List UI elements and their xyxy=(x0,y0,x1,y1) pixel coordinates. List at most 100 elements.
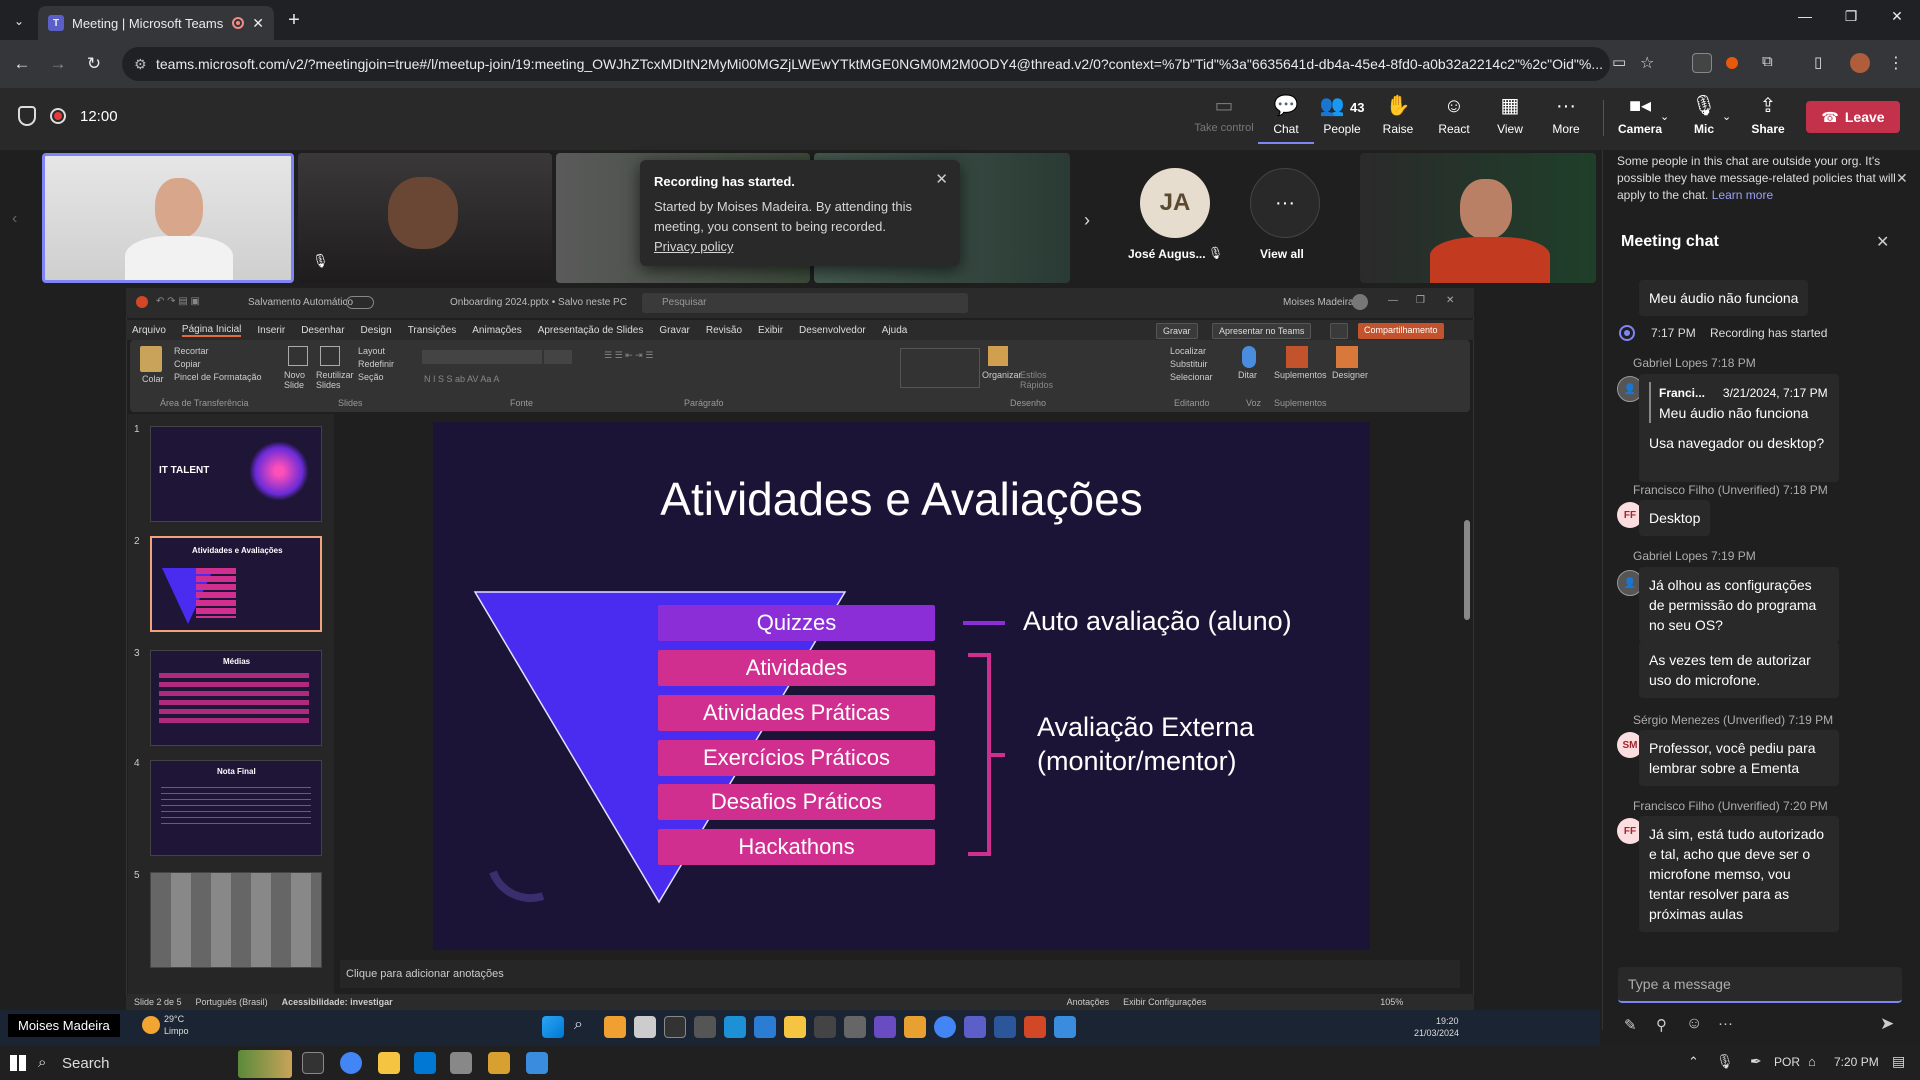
find-label[interactable]: Localizar xyxy=(1170,346,1206,356)
video-tile-presenter[interactable] xyxy=(42,153,294,283)
browser-menu-icon[interactable]: ⋮ xyxy=(1888,53,1908,73)
taskbar-chrome-icon[interactable] xyxy=(340,1052,362,1074)
cast-icon[interactable]: ▭ xyxy=(1612,53,1632,73)
more-button[interactable]: ··· More xyxy=(1538,94,1594,144)
copy-label[interactable]: Copiar xyxy=(174,359,201,369)
ppt-restore-icon[interactable]: ❐ xyxy=(1416,295,1425,306)
menu-ajuda[interactable]: Ajuda xyxy=(882,325,908,336)
view-all-label[interactable]: View all xyxy=(1260,247,1304,261)
tray-language[interactable]: POR xyxy=(1774,1055,1800,1069)
status-language[interactable]: Português (Brasil) xyxy=(196,997,268,1007)
paragraph-icons[interactable]: ☰ ☰ ⇤ ⇥ ☰ xyxy=(604,350,653,361)
minimize-icon[interactable]: — xyxy=(1782,8,1828,32)
menu-desenhar[interactable]: Desenhar xyxy=(301,325,344,336)
format-painter-label[interactable]: Pincel de Formatação xyxy=(174,372,262,382)
menu-apresentacao[interactable]: Apresentação de Slides xyxy=(538,325,644,336)
autosave-toggle[interactable] xyxy=(346,296,374,309)
present-in-teams-button[interactable]: Apresentar no Teams xyxy=(1212,323,1312,339)
site-info-icon[interactable]: ⚙ xyxy=(134,47,147,81)
tab-teams-meeting[interactable]: T Meeting | Microsoft Teams ✕ xyxy=(38,6,274,40)
inner-powerpoint-icon[interactable] xyxy=(1024,1016,1046,1038)
extension-icon[interactable] xyxy=(1692,53,1712,73)
status-zoom[interactable]: 105% xyxy=(1380,997,1403,1007)
extensions-puzzle-icon[interactable]: ⧉ xyxy=(1762,53,1782,73)
video-tile-participant-2[interactable]: 🎙 xyxy=(298,153,552,283)
windows-start-icon[interactable] xyxy=(10,1055,26,1071)
section-label[interactable]: Seção xyxy=(358,372,384,382)
inner-app-icon-9[interactable] xyxy=(1054,1016,1076,1038)
gravar-button[interactable]: Gravar xyxy=(1156,323,1198,339)
tray-mic-icon[interactable]: 🎙 xyxy=(1716,1053,1734,1070)
tray-pen-icon[interactable]: ✒ xyxy=(1750,1053,1762,1070)
menu-gravar[interactable]: Gravar xyxy=(659,325,690,336)
menu-animacoes[interactable]: Animações xyxy=(472,325,521,336)
close-window-icon[interactable]: ✕ xyxy=(1874,8,1920,32)
inner-app-icon-2[interactable] xyxy=(634,1016,656,1038)
taskbar-widget-image[interactable] xyxy=(238,1050,292,1078)
extension-fox-icon[interactable] xyxy=(1726,57,1738,69)
slide-thumbnail-4[interactable]: Nota Final xyxy=(150,760,322,856)
send-icon[interactable]: ➤ xyxy=(1880,1014,1894,1034)
notes-input[interactable]: Clique para adicionar anotações xyxy=(340,960,1460,988)
menu-pagina-inicial[interactable]: Página Inicial xyxy=(181,324,242,337)
inner-word-icon[interactable] xyxy=(994,1016,1016,1038)
ppt-close-icon[interactable]: ✕ xyxy=(1446,295,1454,306)
inner-edge-icon[interactable] xyxy=(724,1016,746,1038)
ppt-user-avatar[interactable] xyxy=(1352,294,1368,310)
raise-hand-button[interactable]: ✋ Raise xyxy=(1370,94,1426,144)
taskbar-app-icon-1[interactable] xyxy=(450,1052,472,1074)
learn-more-link[interactable]: Learn more xyxy=(1712,188,1773,202)
inner-app-icon-4[interactable] xyxy=(754,1016,776,1038)
inner-start-icon[interactable] xyxy=(542,1016,564,1038)
ppt-filename[interactable]: Onboarding 2024.pptx • Salvo neste PC xyxy=(450,297,627,308)
chat-close-icon[interactable]: ✕ xyxy=(1876,232,1889,252)
slide-scrollbar[interactable] xyxy=(1464,420,1470,920)
slide-thumbnail-3[interactable]: Médias xyxy=(150,650,322,746)
forward-icon[interactable]: → xyxy=(46,52,70,76)
inner-chrome-icon[interactable] xyxy=(934,1016,956,1038)
camera-options-chevron-icon[interactable]: ⌄ xyxy=(1660,110,1669,123)
more-options-icon[interactable]: ··· xyxy=(1718,1015,1733,1032)
font-family-select[interactable] xyxy=(422,350,542,364)
strip-prev-icon[interactable]: ‹ xyxy=(12,210,17,228)
inner-search-icon[interactable]: ⌕ xyxy=(574,1016,596,1038)
ppt-search-input[interactable]: Pesquisar xyxy=(642,293,968,313)
tray-clock[interactable]: 7:20 PM xyxy=(1834,1055,1879,1069)
taskbar-terminal-icon[interactable] xyxy=(302,1052,324,1074)
inner-app-icon-3[interactable] xyxy=(694,1016,716,1038)
replace-label[interactable]: Substituir xyxy=(1170,359,1208,369)
share-ppt-button[interactable]: Compartilhamento xyxy=(1358,323,1444,339)
menu-arquivo[interactable]: Arquivo xyxy=(132,325,166,336)
select-label[interactable]: Selecionar xyxy=(1170,372,1213,382)
view-all-icon[interactable]: ··· xyxy=(1250,168,1320,238)
addins-icon[interactable] xyxy=(1286,346,1308,368)
view-button[interactable]: ▦ View xyxy=(1482,94,1538,144)
menu-design[interactable]: Design xyxy=(361,325,392,336)
avatar[interactable]: JA xyxy=(1140,168,1210,238)
designer-icon[interactable] xyxy=(1336,346,1358,368)
taskbar-folder-icon[interactable] xyxy=(378,1052,400,1074)
slide-thumbnail-1[interactable]: IT TALENT xyxy=(150,426,322,522)
inner-teams-icon[interactable] xyxy=(964,1016,986,1038)
profile-avatar[interactable] xyxy=(1850,53,1870,73)
toast-close-icon[interactable]: ✕ xyxy=(935,170,948,188)
format-icon[interactable]: ✎ xyxy=(1624,1016,1637,1034)
layout-label[interactable]: Layout xyxy=(358,346,385,356)
strip-next-icon[interactable]: › xyxy=(1084,210,1090,231)
inner-app-icon-8[interactable] xyxy=(904,1016,926,1038)
tray-chevron-icon[interactable]: ⌃ xyxy=(1688,1054,1699,1070)
privacy-policy-link[interactable]: Privacy policy xyxy=(654,239,733,254)
message-input[interactable]: Type a message xyxy=(1618,967,1902,1003)
people-button[interactable]: 👥 43 People xyxy=(1314,94,1370,144)
taskbar-vscode-icon[interactable] xyxy=(414,1052,436,1074)
slide-thumbnail-2[interactable]: Atividades e Avaliações xyxy=(150,536,322,632)
status-notes-toggle[interactable]: Anotações xyxy=(1067,997,1110,1007)
shapes-gallery[interactable] xyxy=(900,348,980,388)
new-tab-icon[interactable]: + xyxy=(282,8,306,32)
inner-app-icon-7[interactable] xyxy=(874,1016,896,1038)
inner-app-icon-5[interactable] xyxy=(814,1016,836,1038)
cut-label[interactable]: Recortar xyxy=(174,346,209,356)
menu-desenvolvedor[interactable]: Desenvolvedor xyxy=(799,325,866,336)
take-control-button[interactable]: ▭ Take control xyxy=(1194,94,1253,144)
react-button[interactable]: ☺ React xyxy=(1426,94,1482,144)
